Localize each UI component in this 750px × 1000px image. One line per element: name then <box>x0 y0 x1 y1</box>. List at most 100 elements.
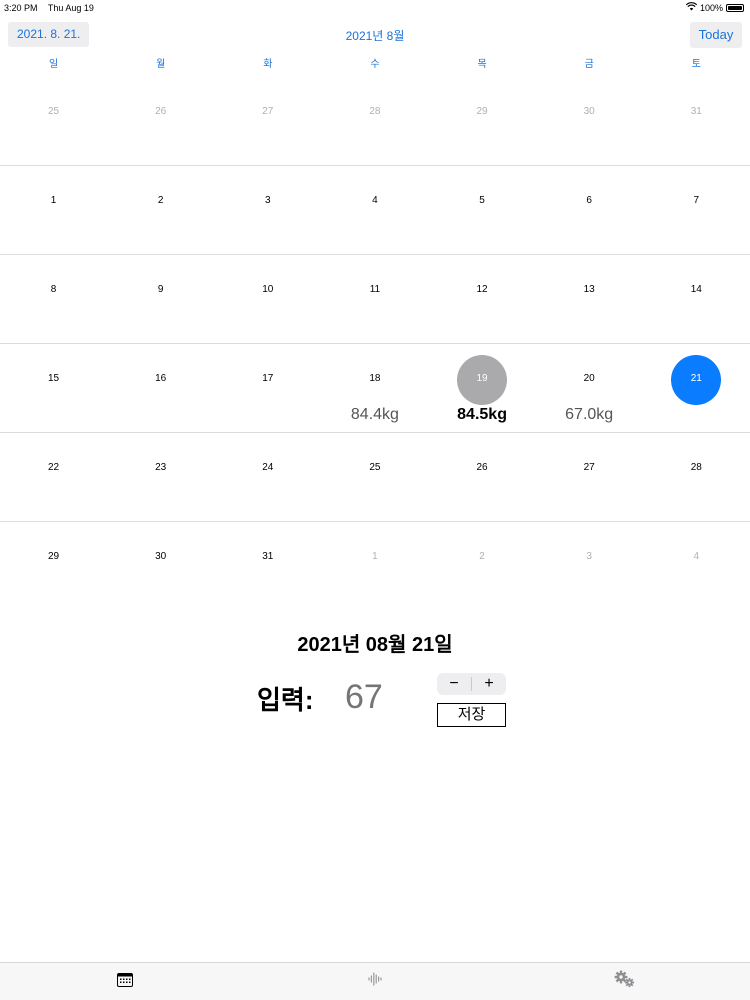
weekday-label: 목 <box>477 59 487 70</box>
save-button[interactable]: 저장 <box>437 703 506 727</box>
day-number: 7 <box>693 195 700 206</box>
day-number: 26 <box>476 462 488 473</box>
day-number: 3 <box>586 551 592 562</box>
day-cell[interactable]: 9 <box>107 255 214 343</box>
day-cell[interactable]: 31 <box>214 522 321 611</box>
day-cell[interactable]: 3 <box>536 522 643 611</box>
week-row: 15 16 17 18 84.4kg 19 84.5kg 20 67.0kg 21 <box>0 344 750 433</box>
day-cell[interactable]: 25 <box>321 433 428 521</box>
selected-date-label: 2021년 08월 21일 <box>297 634 453 656</box>
day-cell[interactable]: 31 <box>643 77 750 165</box>
day-number: 27 <box>262 106 274 117</box>
day-number: 21 <box>690 373 702 384</box>
day-cell[interactable]: 26 <box>107 77 214 165</box>
gears-icon <box>614 970 636 993</box>
day-cell[interactable]: 1 <box>321 522 428 611</box>
weekday-label: 월 <box>156 59 166 70</box>
day-cell[interactable]: 1 <box>0 166 107 254</box>
day-number: 30 <box>155 551 167 562</box>
day-cell[interactable]: 15 <box>0 344 107 432</box>
battery-icon <box>726 3 744 12</box>
day-cell[interactable]: 28 <box>643 433 750 521</box>
day-cell[interactable]: 29 <box>429 77 536 165</box>
week-row: 29 30 31 1 2 3 4 <box>0 522 750 611</box>
day-cell[interactable]: 23 <box>107 433 214 521</box>
day-number: 11 <box>369 284 381 295</box>
day-number: 4 <box>693 551 700 562</box>
wifi-icon <box>685 2 698 13</box>
day-cell[interactable]: 17 <box>214 344 321 432</box>
day-number: 30 <box>583 106 595 117</box>
day-cell[interactable]: 19 84.5kg <box>429 344 536 432</box>
tab-calendar[interactable] <box>0 963 250 1000</box>
weight-stepper: − + <box>437 673 506 695</box>
day-cell[interactable]: 13 <box>536 255 643 343</box>
day-cell[interactable]: 26 <box>429 433 536 521</box>
stepper-minus-button[interactable]: − <box>437 673 471 695</box>
weight-input[interactable] <box>345 678 415 717</box>
day-cell[interactable]: 16 <box>107 344 214 432</box>
day-cell[interactable]: 22 <box>0 433 107 521</box>
week-row: 8 9 10 11 12 13 14 <box>0 255 750 344</box>
weekday-header-row: 일 월 화 수 목 금 토 <box>0 55 750 70</box>
day-cell[interactable]: 6 <box>536 166 643 254</box>
week-row: 22 23 24 25 26 27 28 <box>0 433 750 522</box>
week-row: 25 26 27 28 29 30 31 <box>0 77 750 166</box>
day-cell[interactable]: 24 <box>214 433 321 521</box>
day-cell[interactable]: 8 <box>0 255 107 343</box>
day-cell[interactable]: 7 <box>643 166 750 254</box>
day-number: 2 <box>479 551 485 562</box>
day-weight-label: 67.0kg <box>565 406 614 423</box>
status-date: Thu Aug 19 <box>47 3 94 13</box>
day-number: 29 <box>48 551 60 562</box>
day-number: 14 <box>690 284 702 295</box>
day-cell[interactable]: 4 <box>321 166 428 254</box>
day-cell[interactable]: 30 <box>536 77 643 165</box>
tab-chart[interactable] <box>250 963 500 1000</box>
day-number: 13 <box>583 284 595 295</box>
day-number: 28 <box>690 462 702 473</box>
month-title: 2021년 8월 <box>345 29 405 43</box>
day-cell[interactable]: 5 <box>429 166 536 254</box>
day-cell[interactable]: 18 84.4kg <box>321 344 428 432</box>
day-number: 31 <box>262 551 274 562</box>
day-cell[interactable]: 27 <box>214 77 321 165</box>
weekday-label: 일 <box>48 59 59 70</box>
week-row: 1 2 3 4 5 6 7 <box>0 166 750 255</box>
day-number: 29 <box>476 106 488 117</box>
day-number: 3 <box>265 195 271 206</box>
stepper-plus-button[interactable]: + <box>472 673 506 695</box>
day-cell[interactable]: 10 <box>214 255 321 343</box>
day-number: 6 <box>586 195 592 206</box>
weekday-label: 수 <box>370 59 380 70</box>
day-cell[interactable]: 27 <box>536 433 643 521</box>
day-cell[interactable]: 30 <box>107 522 214 611</box>
day-number: 5 <box>479 195 485 206</box>
day-number: 28 <box>369 106 381 117</box>
day-cell[interactable]: 12 <box>429 255 536 343</box>
day-cell[interactable]: 25 <box>0 77 107 165</box>
day-cell[interactable]: 4 <box>643 522 750 611</box>
day-cell[interactable]: 29 <box>0 522 107 611</box>
day-number: 22 <box>48 462 60 473</box>
day-number: 25 <box>48 106 60 117</box>
day-cell[interactable]: 11 <box>321 255 428 343</box>
day-cell[interactable]: 2 <box>107 166 214 254</box>
calendar-header: 2021. 8. 21. 2021년 8월 Today <box>0 22 750 48</box>
tab-bar <box>0 962 750 1000</box>
day-cell[interactable]: 21 <box>643 344 750 432</box>
day-cell[interactable]: 3 <box>214 166 321 254</box>
day-number: 15 <box>48 373 60 384</box>
day-cell[interactable]: 20 67.0kg <box>536 344 643 432</box>
today-button[interactable]: Today <box>690 22 742 48</box>
day-number: 26 <box>155 106 167 117</box>
day-cell[interactable]: 28 <box>321 77 428 165</box>
day-number: 27 <box>583 462 595 473</box>
day-weight-label: 84.4kg <box>350 406 399 423</box>
day-number: 8 <box>50 284 57 295</box>
day-cell[interactable]: 2 <box>429 522 536 611</box>
day-cell[interactable]: 14 <box>643 255 750 343</box>
tab-settings[interactable] <box>500 963 750 1000</box>
day-number: 19 <box>476 373 488 384</box>
calendar-grid: 25 26 27 28 29 30 31 1 2 3 4 5 6 7 8 9 10 11 12 13 14 15 16 17 1… <box>0 77 750 611</box>
